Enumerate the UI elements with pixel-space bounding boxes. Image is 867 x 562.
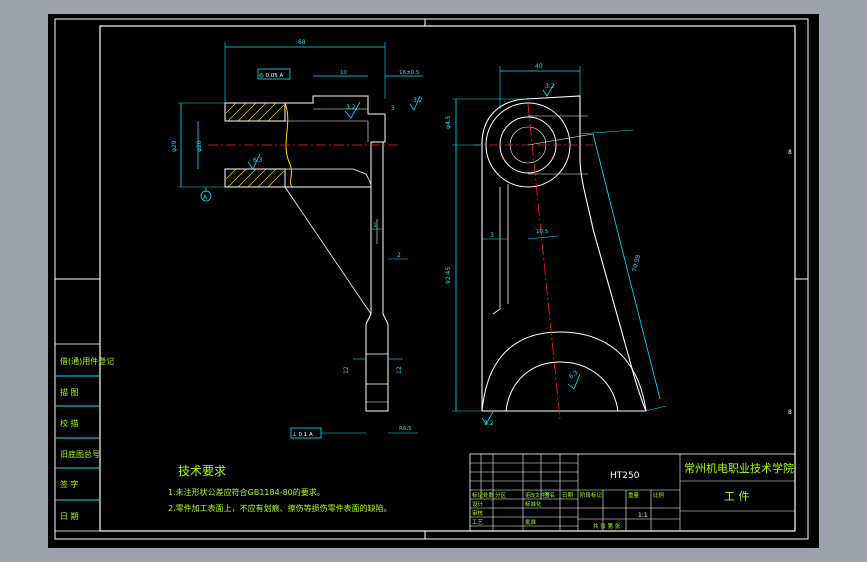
section-view: 68 ◎ 0.05 A 10 16±0.5 3.2 3.2 3 φ29 φ20 … xyxy=(171,39,423,439)
svg-text:1: 1 xyxy=(373,222,377,229)
row-label-5: 日期 xyxy=(562,492,574,499)
dim-top-width: 68 xyxy=(298,39,306,46)
dim-slant: 70.98 xyxy=(631,254,642,273)
school-name: 常州机电职业技术学院 xyxy=(684,461,794,475)
svg-text:2: 2 xyxy=(397,252,401,259)
tech-line-1: 1.未注形状公差应符合GB1184-80的要求。 xyxy=(168,487,325,497)
left-label-4: 签 字 xyxy=(60,479,79,489)
cad-viewport[interactable]: 借(通)用件登记 描 图 校 描 旧底图总号 签 字 日 期 68 ◎ 0.05… xyxy=(48,14,819,548)
dim-hub: 16±0.5 xyxy=(399,70,420,76)
row-label-0: 标记 xyxy=(472,491,484,499)
svg-text:◎ 0.05 A: ◎ 0.05 A xyxy=(259,73,284,79)
dim-width-40: 40 xyxy=(535,63,543,70)
outer-border xyxy=(54,18,809,540)
bottom-arc-inner xyxy=(505,361,619,412)
left-label-3: 旧底图总号 xyxy=(60,449,100,459)
dim-total-height: 92.45 xyxy=(445,267,452,284)
weight-label: 重量 xyxy=(628,491,640,499)
hatch-top xyxy=(224,102,286,122)
lever-outline xyxy=(481,95,647,412)
svg-text:3: 3 xyxy=(490,232,494,239)
hub-outline xyxy=(285,95,386,188)
svg-text:3.2: 3.2 xyxy=(346,104,356,111)
svg-text:3: 3 xyxy=(391,105,395,112)
engineering-drawing: 借(通)用件登记 描 图 校 描 旧底图总号 签 字 日 期 68 ◎ 0.05… xyxy=(54,18,809,540)
scale-label: 比例 xyxy=(653,491,665,499)
svg-text:12: 12 xyxy=(343,366,350,374)
stage-label: 阶段标记 xyxy=(580,491,603,499)
sheet-label: 共 张 第 张 xyxy=(593,522,621,530)
left-label-0: 借(通)用件登记 xyxy=(60,356,114,366)
tech-heading: 技术要求 xyxy=(178,464,226,478)
hatch-bottom xyxy=(224,168,286,188)
svg-text:R6.5: R6.5 xyxy=(399,426,412,432)
dim-bore: φ29 xyxy=(171,140,178,152)
svg-text:⊥ 0.1 A: ⊥ 0.1 A xyxy=(292,432,313,438)
row-label-1: 处数 xyxy=(483,491,495,499)
svg-text:A: A xyxy=(203,194,208,201)
left-record-column: 借(通)用件登记 描 图 校 描 旧底图总号 签 字 日 期 xyxy=(54,343,114,532)
process-label: 工艺 xyxy=(472,519,484,526)
arm-outline xyxy=(365,142,389,412)
left-label-5: 日 期 xyxy=(60,512,79,521)
bottom-arc-outer xyxy=(481,331,647,412)
material-label: HT250 xyxy=(610,471,640,481)
svg-text:3.2: 3.2 xyxy=(545,83,555,90)
part-name: 工 件 xyxy=(724,490,750,503)
tech-line-2: 2.零件加工表面上，不应有划痕、擦伤等损伤零件表面的缺陷。 xyxy=(168,503,392,513)
approve-label: 批准 xyxy=(525,518,537,526)
dim-slot: 10 xyxy=(340,70,347,76)
svg-text:8: 8 xyxy=(788,409,792,416)
designer-label: 设计 xyxy=(472,500,484,508)
reviewer-label: 审核 xyxy=(472,509,484,517)
row-label-4: 签名 xyxy=(544,491,555,499)
dim-diameter: φ20 xyxy=(196,140,203,152)
front-view: 40 3.2 φ4.5 92.45 3 10.5 70.98 6.3 3.2 8… xyxy=(445,63,792,427)
dim-phi-label: φ4.5 xyxy=(445,115,452,129)
scale-value: 1:1 xyxy=(638,512,648,519)
left-label-2: 校 描 xyxy=(60,418,79,428)
svg-text:10.5: 10.5 xyxy=(536,229,549,235)
standard-label: 标准化 xyxy=(525,500,542,508)
left-label-1: 描 图 xyxy=(60,387,79,397)
technical-requirements: 技术要求 1.未注形状公差应符合GB1184-80的要求。 2.零件加工表面上，… xyxy=(168,464,392,513)
title-block: HT250 常州机电职业技术学院 工 件 1:1 标记 处数 分区 更改文件号 … xyxy=(469,453,796,532)
row-label-2: 分区 xyxy=(495,491,507,499)
svg-text:8: 8 xyxy=(788,149,792,156)
svg-text:12: 12 xyxy=(396,366,403,374)
